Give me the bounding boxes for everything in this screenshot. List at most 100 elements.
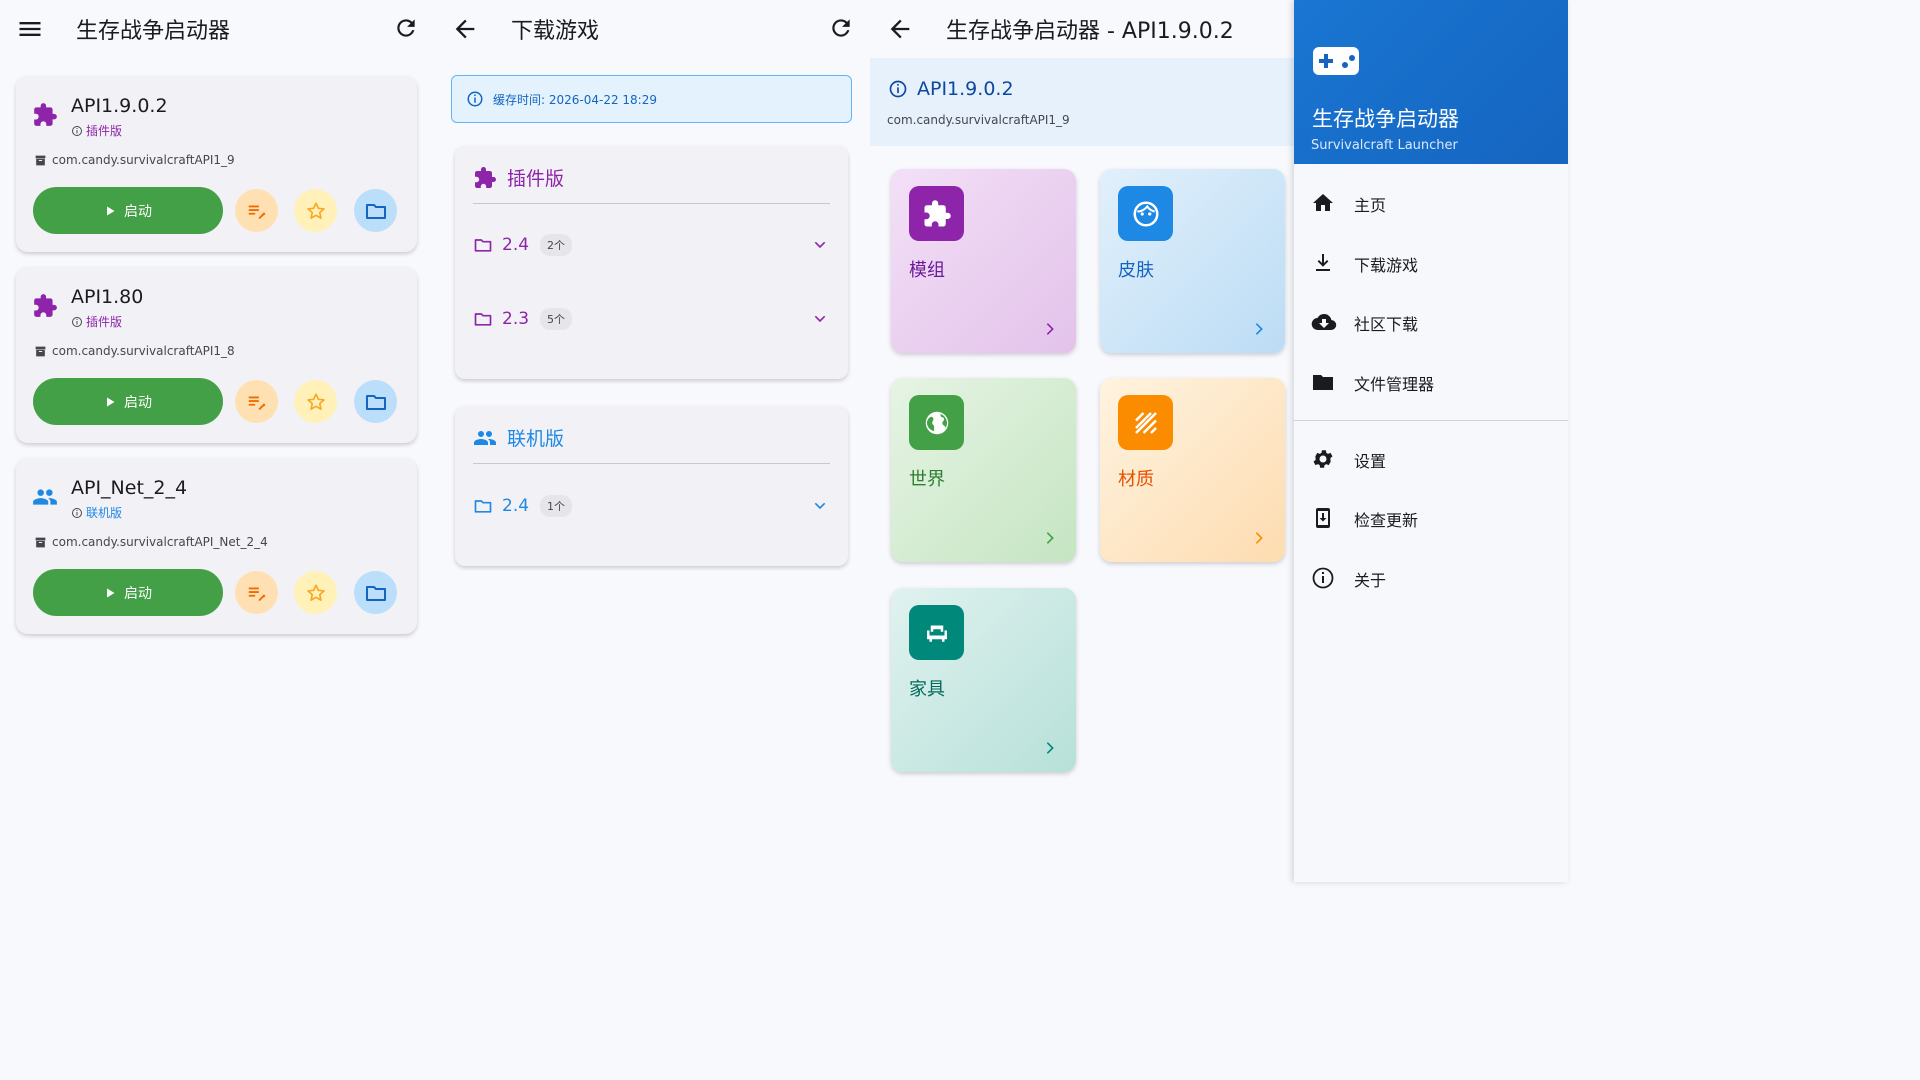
menu-icon[interactable] xyxy=(16,15,44,43)
launch-button[interactable]: 启动 xyxy=(33,378,223,425)
face-icon xyxy=(1118,186,1173,241)
gear-icon xyxy=(1311,447,1335,471)
home-title: 生存战争启动器 xyxy=(76,19,231,44)
version-header: API1.9.0.2 com.candy.survivalcraftAPI1_9 xyxy=(870,58,1294,146)
home-top-bar: 生存战争启动器 xyxy=(0,0,435,58)
puzzle-icon xyxy=(32,102,58,128)
drawer-item-about[interactable]: 关于 xyxy=(1294,553,1568,603)
chevron-right-icon xyxy=(1042,321,1058,337)
section-header: 联机版 xyxy=(473,424,564,451)
skins-tile[interactable]: 皮肤 xyxy=(1100,169,1285,353)
edit-button[interactable] xyxy=(235,571,278,614)
tile-label: 材质 xyxy=(1118,469,1154,490)
favorite-button[interactable] xyxy=(294,189,337,232)
people-icon xyxy=(473,426,497,450)
edit-note-icon xyxy=(248,587,266,602)
favorite-button[interactable] xyxy=(294,571,337,614)
launch-button[interactable]: 启动 xyxy=(33,187,223,234)
download-top-bar: 下载游戏 xyxy=(435,0,870,58)
worlds-tile[interactable]: 世界 xyxy=(891,378,1076,562)
plugin-section-card: 插件版 2.4 2个 2.3 5个 xyxy=(455,146,848,379)
refresh-icon[interactable] xyxy=(393,15,421,43)
cache-time-banner: 缓存时间: 2026-04-22 18:29 xyxy=(451,75,852,123)
chevron-down-icon[interactable] xyxy=(812,237,828,253)
folder-icon xyxy=(473,235,493,255)
game-card: API1.80 插件版 com.candy.survivalcraftAPI1_… xyxy=(16,267,417,443)
game-package: com.candy.survivalcraftAPI1_8 xyxy=(34,344,235,358)
version-row[interactable]: 2.4 1个 xyxy=(473,491,830,521)
star-icon xyxy=(306,392,325,410)
drawer-title: 生存战争启动器 xyxy=(1312,107,1459,131)
globe-icon xyxy=(909,395,964,450)
drawer-item-community[interactable]: 社区下载 xyxy=(1294,297,1568,347)
folder-icon xyxy=(473,496,493,516)
drawer-item-check-update[interactable]: 检查更新 xyxy=(1294,493,1568,543)
drawer-header: 生存战争启动器 Survivalcraft Launcher xyxy=(1294,0,1568,164)
game-card: API1.9.0.2 插件版 com.candy.survivalcraftAP… xyxy=(16,76,417,252)
chevron-down-icon[interactable] xyxy=(812,498,828,514)
edit-note-icon xyxy=(248,396,266,411)
archive-icon xyxy=(34,345,47,358)
game-type: 插件版 xyxy=(71,313,122,330)
play-icon xyxy=(107,588,115,597)
back-arrow-icon[interactable] xyxy=(886,15,914,43)
open-folder-button[interactable] xyxy=(354,189,397,232)
folder-icon xyxy=(365,203,386,219)
tile-label: 世界 xyxy=(909,469,945,490)
open-folder-button[interactable] xyxy=(354,380,397,423)
game-name: API1.9.0.2 xyxy=(71,95,168,117)
navigation-drawer: 生存战争启动器 Survivalcraft Launcher 主页 下载游戏 社… xyxy=(1294,0,1568,882)
star-icon xyxy=(306,583,325,601)
network-section-card: 联机版 2.4 1个 xyxy=(455,406,848,566)
version-row[interactable]: 2.3 5个 xyxy=(473,304,830,334)
cloud-download-icon xyxy=(1311,310,1337,334)
info-icon xyxy=(888,79,908,99)
drawer-item-home[interactable]: 主页 xyxy=(1294,178,1568,228)
divider xyxy=(473,463,830,464)
back-arrow-icon[interactable] xyxy=(451,15,479,43)
open-folder-button[interactable] xyxy=(354,571,397,614)
detail-top-bar: 生存战争启动器 - API1.9.0.2 xyxy=(870,0,1294,58)
download-screen: 下载游戏 缓存时间: 2026-04-22 18:29 插件版 2.4 2个 2… xyxy=(435,0,870,882)
home-screen: 生存战争启动器 API1.9.0.2 插件版 com.candy.surviva… xyxy=(0,0,435,882)
gamepad-icon xyxy=(1312,46,1360,76)
drawer-item-file-manager[interactable]: 文件管理器 xyxy=(1294,357,1568,407)
sofa-icon xyxy=(909,605,964,660)
drawer-item-settings[interactable]: 设置 xyxy=(1294,434,1568,484)
chevron-down-icon[interactable] xyxy=(812,311,828,327)
folder-icon xyxy=(365,585,386,601)
info-icon xyxy=(71,507,83,519)
section-header: 插件版 xyxy=(473,164,564,191)
star-icon xyxy=(306,201,325,219)
tile-label: 家具 xyxy=(909,679,945,700)
edit-note-icon xyxy=(248,205,266,220)
count-badge: 2个 xyxy=(540,234,573,256)
launch-button[interactable]: 启动 xyxy=(33,569,223,616)
folder-icon xyxy=(473,309,493,329)
puzzle-icon xyxy=(473,166,497,190)
play-icon xyxy=(107,206,115,215)
info-icon xyxy=(466,90,484,108)
texture-icon xyxy=(1118,395,1173,450)
version-row[interactable]: 2.4 2个 xyxy=(473,230,830,260)
game-name: API_Net_2_4 xyxy=(71,477,188,499)
edit-button[interactable] xyxy=(235,380,278,423)
download-title: 下载游戏 xyxy=(511,19,600,44)
drawer-item-download[interactable]: 下载游戏 xyxy=(1294,238,1568,288)
mods-tile[interactable]: 模组 xyxy=(891,169,1076,353)
chevron-right-icon xyxy=(1251,530,1267,546)
chevron-right-icon xyxy=(1251,321,1267,337)
download-icon xyxy=(1311,251,1335,275)
chevron-right-icon xyxy=(1042,530,1058,546)
furniture-tile[interactable]: 家具 xyxy=(891,588,1076,772)
game-card: API_Net_2_4 联机版 com.candy.survivalcraftA… xyxy=(16,458,417,634)
edit-button[interactable] xyxy=(235,189,278,232)
game-name: API1.80 xyxy=(71,286,144,308)
favorite-button[interactable] xyxy=(294,380,337,423)
chevron-right-icon xyxy=(1042,740,1058,756)
tile-label: 皮肤 xyxy=(1118,260,1154,281)
archive-icon xyxy=(34,154,47,167)
textures-tile[interactable]: 材质 xyxy=(1100,378,1285,562)
refresh-icon[interactable] xyxy=(828,15,856,43)
info-icon xyxy=(1311,566,1335,590)
